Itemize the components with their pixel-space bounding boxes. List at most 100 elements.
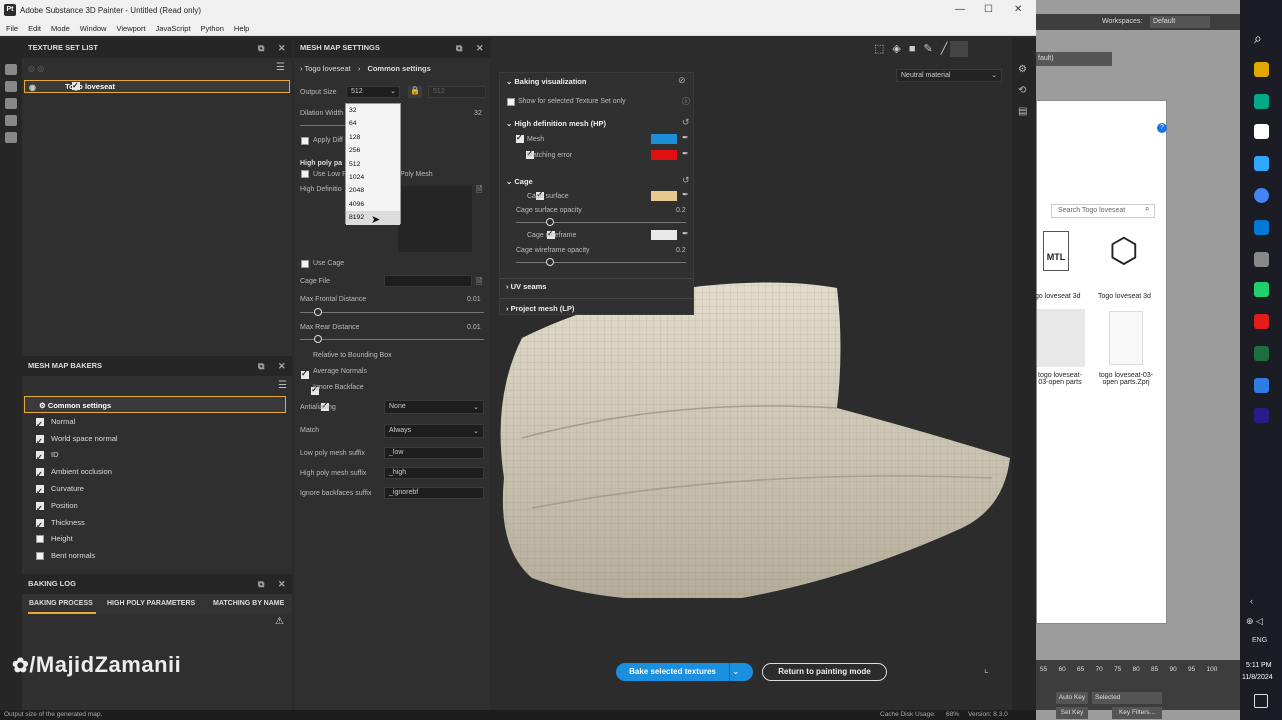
close-icon[interactable]: ✕ xyxy=(1014,4,1022,15)
eyedropper-icon[interactable]: ✒ xyxy=(682,149,689,158)
baker-checkbox[interactable] xyxy=(36,500,44,517)
menu-viewport[interactable]: Viewport xyxy=(116,21,145,36)
info-icon[interactable]: ⓘ xyxy=(682,96,690,107)
premiere-icon[interactable] xyxy=(1254,408,1269,423)
file-name[interactable]: Togo loveseat 3d xyxy=(1098,293,1151,300)
baker-item[interactable]: ⚙ Common settings xyxy=(24,396,286,413)
project-mesh-section[interactable]: › Project mesh (LP) xyxy=(506,304,574,313)
dropdown-option[interactable]: 32 xyxy=(346,104,400,117)
baker-item[interactable]: Normal xyxy=(22,413,284,433)
cube-file-icon[interactable]: ⬡ xyxy=(1109,231,1139,271)
menu-edit[interactable]: Edit xyxy=(28,21,41,36)
visibility-icon[interactable]: ◎ ◎ xyxy=(28,64,44,73)
set-key-button[interactable]: Set Key xyxy=(1056,707,1088,719)
hide-eye-icon[interactable]: ⊘ xyxy=(678,75,686,86)
baker-item[interactable]: World space normal xyxy=(22,430,284,450)
reset-icon[interactable]: ↺ xyxy=(682,117,690,128)
lock-icon[interactable]: 🔒 xyxy=(408,86,422,98)
antialiasing-select[interactable]: None ⌄ xyxy=(384,400,484,414)
menu-icon[interactable]: ☰ xyxy=(276,62,285,73)
eyedropper-icon[interactable]: ✒ xyxy=(682,133,689,142)
key-filters-button[interactable]: Key Filters... xyxy=(1112,707,1162,719)
document-icon[interactable] xyxy=(5,115,17,126)
eyedropper-icon[interactable]: ✒ xyxy=(682,190,689,199)
baker-item[interactable]: Curvature xyxy=(22,480,284,500)
baker-item[interactable]: Height xyxy=(22,530,284,547)
file-icon[interactable]: 🗎 xyxy=(476,184,482,198)
cube-icon[interactable]: ◈ xyxy=(892,43,908,55)
close-panel-icon[interactable]: ✕ xyxy=(476,38,484,58)
app-icon[interactable] xyxy=(1254,124,1269,139)
select-icon[interactable]: ⬚ xyxy=(874,43,892,55)
material-select[interactable]: Neutral material ⌄ xyxy=(896,69,1002,82)
tab-matching-by-name[interactable]: MATCHING BY NAME xyxy=(213,600,284,607)
search-icon[interactable]: ⌕ xyxy=(1254,30,1262,47)
tab-baking-process[interactable]: BAKING PROCESS xyxy=(29,600,93,607)
dropdown-option[interactable]: 2048 xyxy=(346,184,400,197)
max-rear-slider[interactable] xyxy=(300,335,484,343)
dropdown-option[interactable]: 4096 xyxy=(346,198,400,211)
close-panel-icon[interactable]: ✕ xyxy=(278,38,286,58)
acrobat-icon[interactable] xyxy=(1254,314,1269,329)
app-icon[interactable] xyxy=(1254,94,1269,109)
baker-checkbox[interactable] xyxy=(36,416,44,433)
dropdown-option[interactable]: 1024 xyxy=(346,171,400,184)
undock-icon[interactable]: ⧉ xyxy=(258,356,264,376)
slider-knob[interactable] xyxy=(546,218,554,226)
eyedropper-icon[interactable]: ✒ xyxy=(682,229,689,238)
cage-surface-opacity-value[interactable]: 0.2 xyxy=(676,207,686,214)
chevron-up-icon[interactable]: ‹ xyxy=(1250,596,1253,606)
slider-knob[interactable] xyxy=(314,308,323,316)
cage-wireframe-color-swatch[interactable] xyxy=(651,230,677,240)
history-icon[interactable]: ⟲ xyxy=(1018,85,1026,96)
properties-icon[interactable] xyxy=(5,98,17,109)
baker-item[interactable]: Position xyxy=(22,497,284,517)
clock-date[interactable]: 11/8/2024 xyxy=(1242,674,1273,681)
baker-item[interactable]: Thickness xyxy=(22,514,284,534)
relative-bbox-checkbox[interactable] xyxy=(301,369,309,379)
baker-item[interactable]: Bent normals xyxy=(22,547,284,564)
show-selected-checkbox[interactable] xyxy=(507,98,515,106)
baker-checkbox[interactable] xyxy=(36,449,44,466)
excel-icon[interactable] xyxy=(1254,346,1269,361)
slider-knob[interactable] xyxy=(314,335,323,343)
dropdown-option[interactable]: 64 xyxy=(346,117,400,130)
apply-diffusion-checkbox[interactable] xyxy=(301,137,309,145)
menu-window[interactable]: Window xyxy=(80,21,107,36)
menu-help[interactable]: Help xyxy=(234,21,249,36)
baker-item[interactable]: ID xyxy=(22,446,284,466)
dropdown-option[interactable]: 256 xyxy=(346,144,400,157)
photoshop-icon[interactable] xyxy=(1254,156,1269,171)
breadcrumb-item[interactable]: Common settings xyxy=(367,64,430,73)
slider-knob[interactable] xyxy=(546,258,554,266)
maximize-icon[interactable]: ☐ xyxy=(984,4,993,15)
breadcrumb-item[interactable]: Togo loveseat xyxy=(304,64,350,73)
tab-high-poly-parameters[interactable]: HIGH POLY PARAMETERS xyxy=(107,600,195,607)
eye-icon[interactable]: ◉ xyxy=(29,82,36,93)
texture-set-checkbox[interactable] xyxy=(72,80,80,91)
output-size-select[interactable]: 512 ⌄ xyxy=(346,86,400,98)
app-icon[interactable] xyxy=(1254,378,1269,393)
dilation-value[interactable]: 32 xyxy=(474,110,482,117)
cage-surface-color-swatch[interactable] xyxy=(651,191,677,201)
file-explorer-icon[interactable] xyxy=(1254,62,1269,77)
notification-icon[interactable] xyxy=(1254,694,1268,708)
menu-python[interactable]: Python xyxy=(201,21,224,36)
document-file-icon[interactable] xyxy=(1109,311,1143,365)
menu-mode[interactable]: Mode xyxy=(51,21,70,36)
cage-wireframe-opacity-value[interactable]: 0.2 xyxy=(676,247,686,254)
language-indicator[interactable]: ENG xyxy=(1252,637,1267,644)
help-icon[interactable]: ? xyxy=(1157,123,1167,133)
section-title[interactable]: ⌄ Cage xyxy=(506,177,533,186)
file-name[interactable]: go loveseat 3d xyxy=(1035,293,1081,300)
preset-select[interactable]: fault) xyxy=(1036,52,1112,66)
auto-key-button[interactable]: Auto Key xyxy=(1056,692,1088,704)
low-suffix-input[interactable]: _low xyxy=(384,447,484,459)
dropdown-option[interactable]: 512 xyxy=(346,158,400,171)
network-icon[interactable]: ⊕ ◁ xyxy=(1246,616,1263,627)
baker-checkbox[interactable] xyxy=(36,535,44,544)
search-input[interactable]: Search Togo loveseat xyxy=(1051,204,1155,218)
return-to-painting-button[interactable]: Return to painting mode xyxy=(762,663,887,681)
camera-icon[interactable]: ■ xyxy=(909,43,924,55)
undock-icon[interactable]: ⧉ xyxy=(456,38,462,58)
